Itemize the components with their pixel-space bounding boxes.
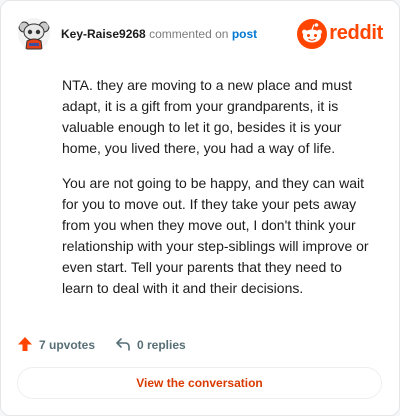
comment-paragraph: You are not going to be happy, and they …	[62, 175, 369, 296]
snoo-avatar-icon[interactable]	[17, 17, 51, 51]
reply-arrow-icon	[115, 336, 137, 355]
upvote-count: 7 upvotes	[39, 338, 96, 352]
reddit-wordmark: reddit	[329, 22, 383, 44]
comment-card: Key-Raise9268 commented on post reddit N…	[0, 0, 400, 416]
reply-count: 0 replies	[137, 338, 186, 352]
comment-body: NTA. they are moving to a new place and …	[62, 75, 376, 313]
upvote-arrow-icon	[17, 336, 39, 355]
username[interactable]: Key-Raise9268	[61, 27, 146, 41]
view-conversation-button[interactable]: View the conversation	[17, 367, 382, 399]
comment-paragraph: NTA. they are moving to a new place and …	[62, 77, 352, 156]
card-header: Key-Raise9268 commented on post reddit	[17, 17, 383, 51]
upvote-action[interactable]: 7 upvotes	[17, 335, 95, 355]
comment-actions: 7 upvotes 0 replies	[17, 335, 383, 355]
comment-byline: Key-Raise9268 commented on post	[61, 27, 257, 41]
comment-verb: commented on	[149, 27, 229, 41]
reddit-logo-icon	[297, 19, 327, 49]
post-link[interactable]: post	[232, 27, 257, 41]
reply-action[interactable]: 0 replies	[115, 335, 186, 355]
